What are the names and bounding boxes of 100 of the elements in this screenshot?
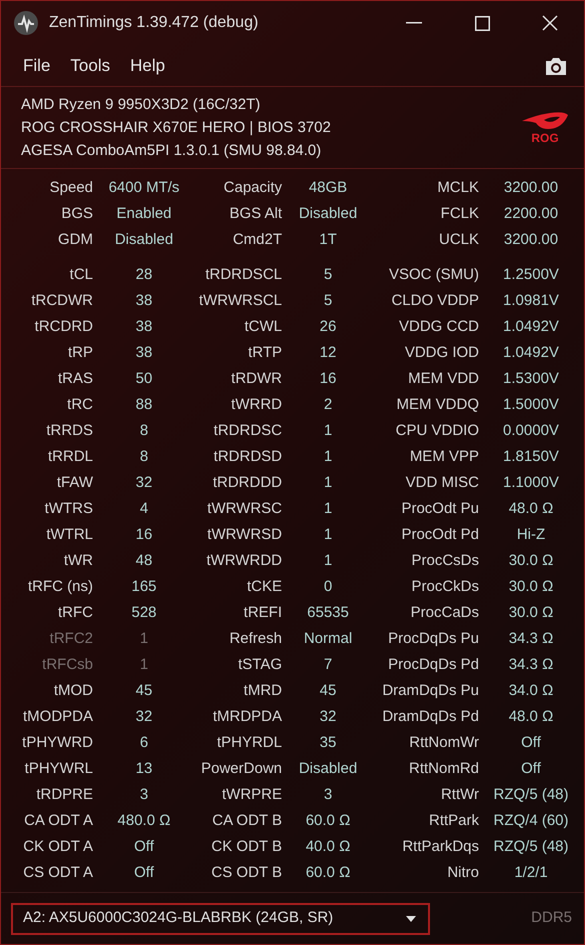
timing-value: Off (520, 732, 542, 753)
timing-label: VDDG IOD (404, 342, 479, 363)
timing-value: 2 (322, 394, 334, 415)
timing-value: 26 (318, 316, 338, 337)
timing-value: 3 (322, 784, 334, 805)
timing-label: tRC (66, 394, 93, 415)
timing-value: Off (133, 836, 155, 857)
timing-value: 0.0000V (502, 420, 560, 441)
timing-label: tRDWR (230, 368, 282, 389)
timing-value: 1T (318, 230, 338, 250)
timing-label: tPHYWRL (24, 758, 93, 779)
system-info-line: AMD Ryzen 9 9950X3D2 (16C/32T) (21, 94, 262, 114)
timing-label: tSTAG (237, 654, 282, 675)
timing-value: 6400 MT/s (108, 178, 180, 198)
timing-label: CK ODT A (22, 836, 93, 857)
timing-value: RZQ/5 (48) (492, 836, 570, 857)
timing-value: 165 (130, 576, 158, 597)
timing-value: 1 (322, 472, 334, 493)
timing-label: tMRDPDA (212, 706, 282, 727)
eye-logo-icon (522, 110, 568, 130)
timing-label: tRDRDSCL (204, 264, 282, 285)
timing-label: tRFC (57, 602, 93, 623)
timing-label: CPU VDDIO (394, 420, 479, 441)
timing-label: VDDG CCD (398, 316, 479, 337)
menu-item[interactable]: Tools (60, 52, 120, 78)
timing-label: tRDRDDD (212, 472, 282, 493)
system-info-line: ROG CROSSHAIR X670E HERO | BIOS 3702 (21, 118, 331, 138)
caret-icon (406, 916, 416, 922)
timing-label: tCL (68, 264, 93, 285)
timing-label: tWRPRE (221, 784, 282, 805)
menu-item[interactable]: Help (120, 52, 176, 78)
timing-value: 40.0 Ω (304, 836, 352, 857)
timing-label: tRFC2 (48, 628, 93, 649)
timing-value: 48.0 Ω (508, 706, 554, 727)
timing-label: VDD MISC (404, 472, 479, 493)
timing-value: 480.0 Ω (116, 810, 172, 831)
logo-text: ROG (531, 130, 559, 144)
timing-label: BGS Alt (228, 204, 282, 224)
timing-label: tWTRL (45, 524, 93, 545)
timing-value: 5 (322, 264, 334, 285)
timing-label: tMRD (242, 680, 282, 701)
timing-value: 3 (138, 784, 150, 805)
timing-label: MEM VPP (408, 446, 479, 467)
timing-value: 7 (322, 654, 334, 675)
screenshot-button[interactable] (544, 56, 568, 76)
timing-value: Disabled (298, 758, 358, 779)
timing-label: tRDRDSC (212, 420, 282, 441)
timing-label: Cmd2T (232, 230, 282, 250)
timing-value: 34.3 Ω (508, 654, 554, 675)
timing-label: GDM (57, 230, 93, 250)
timing-value: 4 (138, 498, 150, 519)
timing-value: 30.0 Ω (508, 576, 554, 597)
timing-label: tMODPDA (22, 706, 93, 727)
timing-label: RttWr (440, 784, 479, 805)
timing-label: tRFCsb (41, 654, 93, 675)
timing-value: 1 (138, 654, 150, 675)
timing-value: 38 (134, 316, 154, 337)
timing-value: Off (520, 758, 542, 779)
module-dropdown[interactable]: A2: AX5U6000C3024G-BLABRBK (24GB, SR) (11, 902, 430, 934)
timing-label: CLDO VDDP (390, 290, 479, 311)
timing-value: 1.8150V (502, 446, 560, 467)
timing-label: RttNomWr (408, 732, 479, 753)
timing-label: Capacity (222, 178, 282, 198)
timing-label: tRP (66, 342, 93, 363)
timing-value: 0 (322, 576, 334, 597)
timing-value: 35 (318, 732, 338, 753)
timing-label: ProcDqDs Pu (387, 628, 479, 649)
timing-label: tREFI (242, 602, 282, 623)
timing-label: FCLK (440, 204, 479, 224)
memory-type-label: DDR5 (531, 908, 572, 928)
timing-value: 16 (318, 368, 338, 389)
timing-label: ProcCaDs (410, 602, 479, 623)
timing-value: 1.0981V (502, 290, 560, 311)
timing-value: Off (133, 862, 155, 883)
timing-value: RZQ/5 (48) (492, 784, 570, 805)
timing-label: MEM VDDQ (396, 394, 479, 415)
timing-value: 12 (318, 342, 338, 363)
timing-label: tRCDWR (30, 290, 93, 311)
timing-value: Disabled (114, 230, 174, 250)
timing-value: 34.0 Ω (508, 680, 554, 701)
timing-label: MEM VDD (407, 368, 479, 389)
menu-item[interactable]: File (13, 52, 60, 78)
timing-value: 1.0492V (502, 342, 560, 363)
timing-label: tMOD (52, 680, 93, 701)
camera-icon (544, 56, 568, 76)
timing-value: 28 (134, 264, 154, 285)
timing-value: 45 (134, 680, 154, 701)
timing-label: CA ODT B (211, 810, 282, 831)
timing-value: 30.0 Ω (508, 602, 554, 623)
timing-label: tWR (62, 550, 93, 571)
timing-label: tRFC (ns) (27, 576, 93, 597)
timing-value: 3200.00 (502, 178, 560, 198)
timing-value: 5 (322, 290, 334, 311)
timing-label: tWTRS (44, 498, 93, 519)
timing-label: tPHYWRD (21, 732, 93, 753)
timing-label: tRTP (247, 342, 282, 363)
timing-value: 50 (134, 368, 154, 389)
timing-label: MCLK (436, 178, 479, 198)
timing-value: Hi-Z (516, 524, 546, 545)
timing-value: 1.1000V (502, 472, 560, 493)
